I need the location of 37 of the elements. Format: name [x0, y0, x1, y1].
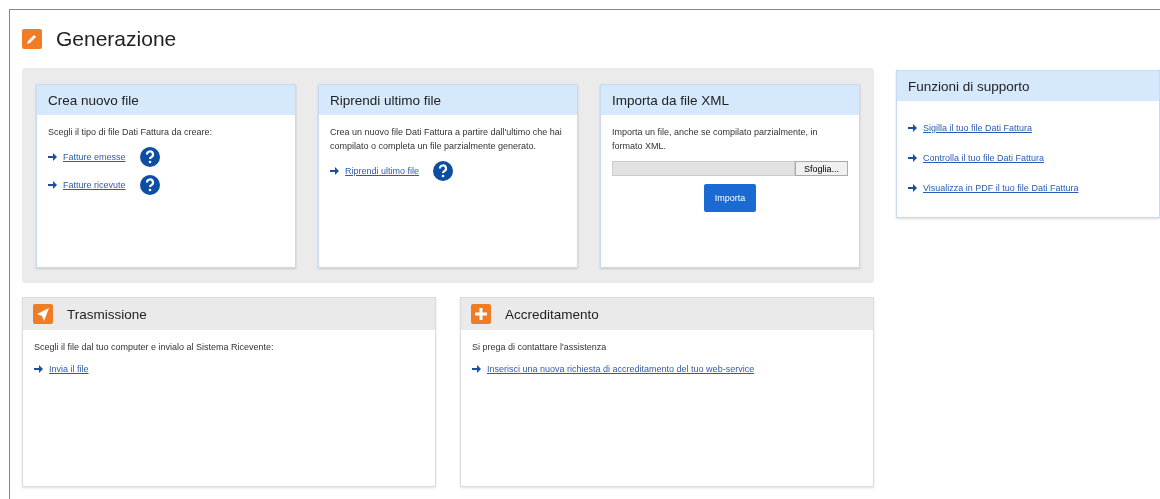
panel-title: Trasmissione: [67, 306, 147, 322]
link[interactable]: Riprendi ultimo file: [345, 164, 420, 178]
arrow-icon: [48, 181, 57, 189]
arrow-icon: [330, 167, 339, 175]
link[interactable]: Sigilla il tuo file Dati Fattura: [923, 121, 1033, 135]
card-text: Importa un file, anche se compilato parzialmente, in formato XML.: [612, 126, 819, 153]
card-text: Crea un nuovo file Dati Fattura a partire dall'ultimo che hai compilato o completa un file parzialmente generato.: [330, 126, 563, 153]
card-title: Importa da file XML: [601, 85, 859, 115]
browse-button[interactable]: Sfoglia...: [794, 161, 848, 176]
panel-text: Scegli il file dal tuo computer e invialo al Sistema Ricevente:: [34, 341, 275, 354]
plus-icon: [471, 304, 491, 324]
help-icon[interactable]: [433, 161, 454, 181]
arrow-icon: [48, 153, 57, 161]
card-text: Scegli il tipo di file Dati Fattura da creare:: [48, 126, 214, 139]
card-title: Crea nuovo file: [37, 85, 295, 115]
link[interactable]: Controlla il tuo file Dati Fattura: [923, 151, 1045, 165]
paper-plane-icon: [33, 304, 53, 324]
link[interactable]: Inserisci una nuova richiesta di accreditamento del tuo web-service: [487, 362, 755, 376]
panel-title: Accreditamento: [505, 306, 599, 322]
link[interactable]: Invia il file: [49, 362, 89, 376]
pencil-icon: [22, 29, 42, 49]
panel-text: Si prega di contattare l'assistenza: [472, 341, 608, 354]
arrow-icon: [908, 154, 917, 162]
panel-title: Funzioni di supporto: [897, 71, 1159, 101]
file-field[interactable]: [612, 161, 795, 176]
link[interactable]: Visualizza in PDF il tuo file Dati Fattura: [923, 181, 1079, 195]
section-title: Generazione: [56, 27, 177, 51]
help-icon[interactable]: [139, 147, 160, 167]
arrow-icon: [908, 124, 917, 132]
import-button[interactable]: Importa: [703, 184, 757, 212]
arrow-icon: [472, 365, 481, 373]
card-title: Riprendi ultimo file: [319, 85, 577, 115]
arrow-icon: [34, 365, 43, 373]
link[interactable]: Fatture emesse: [63, 150, 126, 164]
arrow-icon: [908, 184, 917, 192]
help-icon[interactable]: [139, 175, 160, 195]
link[interactable]: Fatture ricevute: [63, 178, 126, 192]
